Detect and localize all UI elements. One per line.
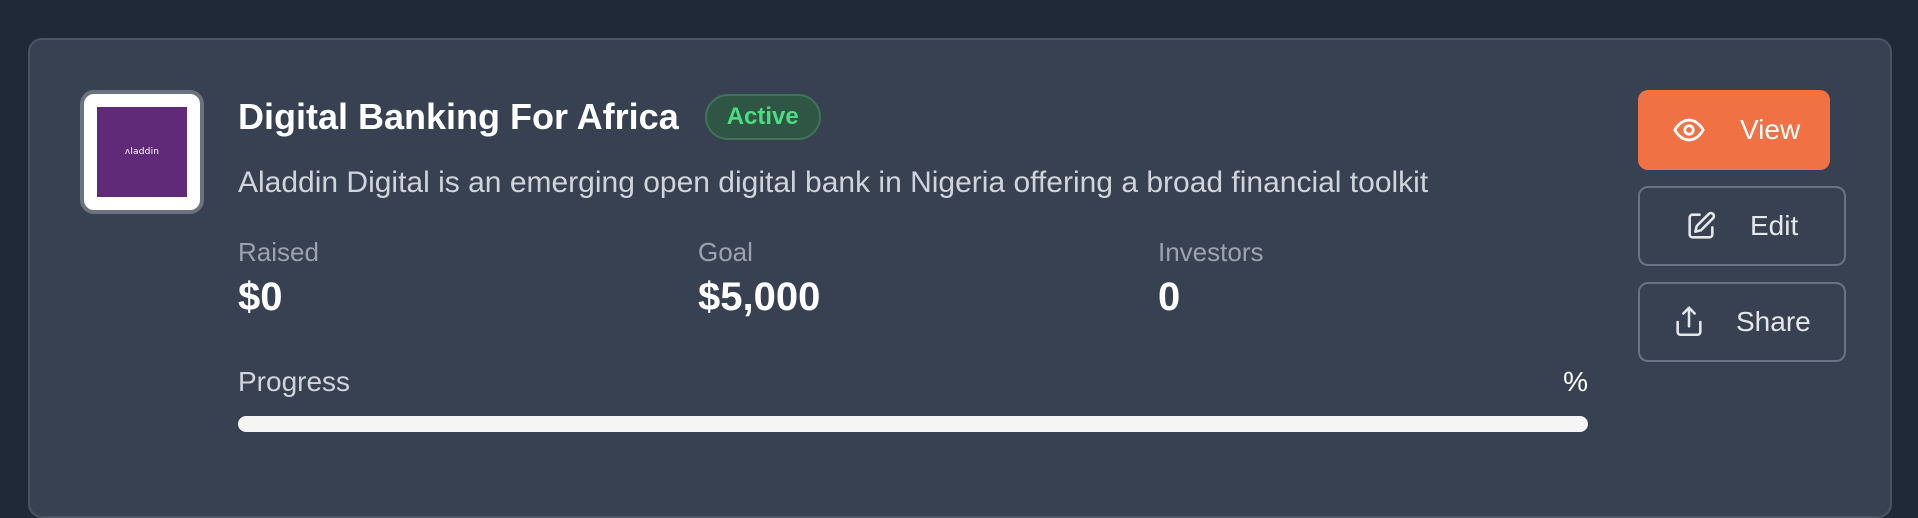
share-label: Share [1736,306,1811,337]
view-button[interactable]: View [1638,90,1830,170]
investors-label: Investors [1158,237,1264,267]
goal-label: Goal [698,237,753,267]
campaign-title: Digital Banking For Africa [238,96,679,137]
campaign-card: ʌladdin Digital Banking For Africa Activ… [28,38,1892,518]
status-badge: Active [704,94,821,140]
raised-label: Raised [238,237,319,267]
campaign-logo: ʌladdin [80,90,204,214]
goal-stat: Goal $5,000 [698,236,820,324]
progress-label: Progress [238,366,351,397]
raised-value: $0 [238,275,283,319]
aladdin-logo: ʌladdin [97,107,187,197]
investors-value: 0 [1158,275,1181,319]
logo-text: ʌladdin [124,147,160,157]
investors-stat: Investors 0 [1158,236,1264,324]
campaign-description: Aladdin Digital is an emerging open digi… [238,166,1429,199]
share-upload-icon [1672,305,1706,339]
progress-percent: % [1563,366,1588,397]
progress-bar [238,416,1588,432]
goal-value: $5,000 [698,275,821,319]
view-label: View [1740,114,1801,145]
edit-button[interactable]: Edit [1638,186,1846,266]
share-button[interactable]: Share [1638,282,1846,362]
eye-icon [1672,113,1706,147]
title-row: Digital Banking For Africa Active [238,94,821,140]
raised-stat: Raised $0 [238,236,319,324]
edit-label: Edit [1750,210,1799,241]
pencil-square-icon [1684,209,1718,243]
